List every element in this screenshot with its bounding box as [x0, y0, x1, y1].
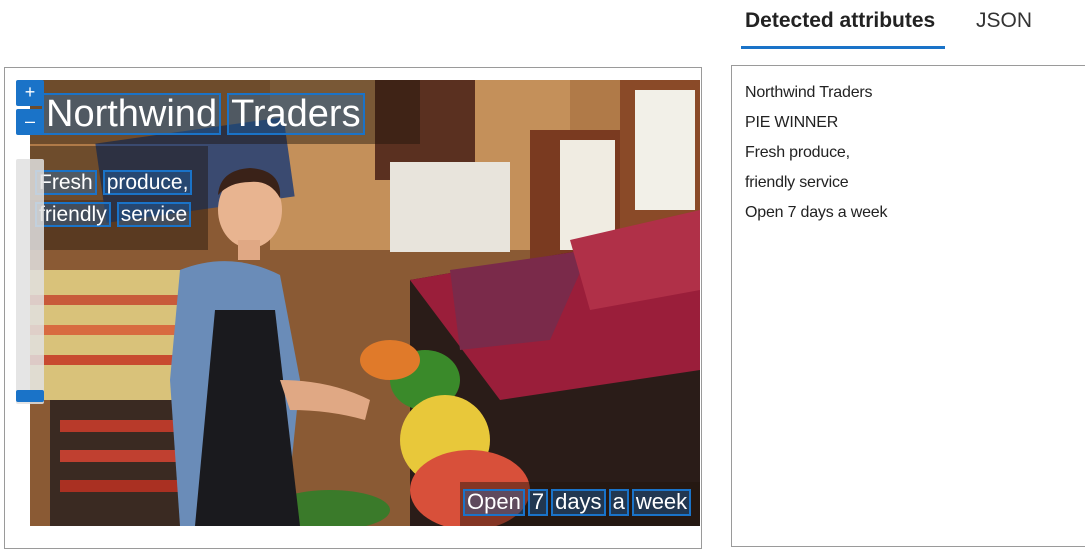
list-item: Fresh produce,	[745, 144, 850, 161]
tab-json[interactable]: JSON	[976, 9, 1032, 33]
zoom-in-button[interactable]: +	[16, 80, 44, 106]
zoom-out-button[interactable]: –	[16, 109, 44, 135]
ocr-word[interactable]: days	[551, 489, 606, 516]
ocr-word[interactable]: service	[116, 202, 192, 227]
ocr-word[interactable]: produce,	[102, 170, 193, 195]
ocr-word[interactable]: friendly	[35, 202, 111, 227]
list-item: Open 7 days a week	[745, 204, 888, 221]
ocr-word[interactable]: week	[631, 489, 692, 516]
ocr-word[interactable]: Northwind	[42, 93, 222, 135]
ocr-word[interactable]: Fresh	[35, 170, 97, 195]
ocr-line-hours: Open 7 days a week	[463, 489, 692, 516]
ocr-word[interactable]: Traders	[227, 93, 365, 135]
ocr-line-tagline-1: Fresh produce,	[35, 170, 198, 195]
detected-text-list: Northwind Traders PIE WINNER Fresh produ…	[745, 78, 887, 228]
store-photo: Northwind Traders Fresh produce, friendly s…	[30, 80, 700, 526]
tagline-text-band	[30, 146, 208, 250]
ocr-word[interactable]: 7	[527, 489, 549, 516]
tab-detected-attributes[interactable]: Detected attributes	[745, 9, 935, 33]
ocr-word[interactable]: Open	[463, 489, 525, 516]
zoom-slider-track[interactable]	[16, 159, 44, 404]
ocr-word[interactable]: a	[608, 489, 629, 516]
list-item: Northwind Traders	[745, 84, 873, 101]
detected-attributes-panel: Northwind Traders PIE WINNER Fresh produ…	[731, 65, 1085, 547]
ocr-line-tagline-2: friendly service	[35, 202, 197, 227]
list-item: friendly service	[745, 174, 849, 191]
tab-bar: Detected attributes JSON	[740, 0, 1085, 50]
list-item: PIE WINNER	[745, 114, 839, 131]
active-tab-indicator	[741, 46, 945, 49]
ocr-line-title: Northwind Traders	[42, 93, 371, 135]
image-viewer: Northwind Traders Fresh produce, friendly s…	[4, 67, 702, 549]
zoom-slider-thumb[interactable]	[16, 390, 44, 402]
